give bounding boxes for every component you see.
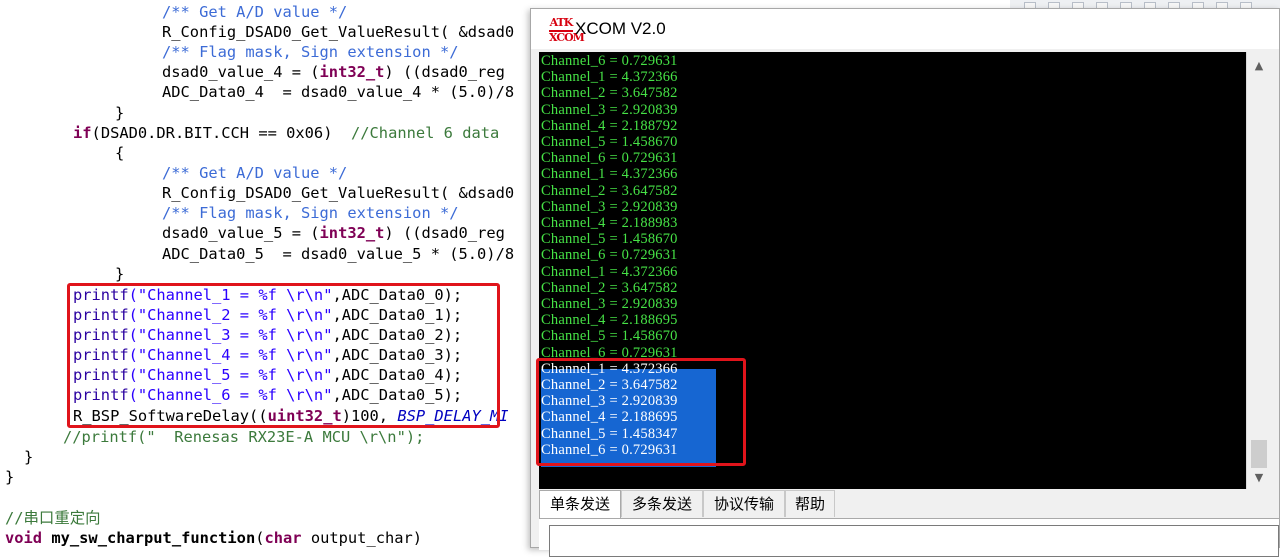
code-line: dsad0_value_4 = (int32_t) ((dsad0_reg xyxy=(162,62,505,82)
code-token: int32_t xyxy=(319,224,385,242)
code-token: char xyxy=(264,529,302,547)
terminal-line: Channel_3 = 2.920839 xyxy=(541,198,678,215)
code-token: ADC_Data0_4 = dsad0_value_4 * (5.0)/8 xyxy=(162,83,515,101)
code-token: } xyxy=(24,448,34,466)
logo-line2: XCOM xyxy=(549,30,585,44)
code-line: //printf(" Renesas RX23E-A MCU \r\n"); xyxy=(63,427,424,447)
window-title: XCOM V2.0 xyxy=(575,19,666,38)
tab-help[interactable]: 帮助 xyxy=(785,490,835,517)
tab-protocol[interactable]: 协议传输 xyxy=(703,490,785,517)
code-line: } xyxy=(24,447,33,467)
scroll-up-arrow-icon[interactable]: ▲ xyxy=(1253,60,1265,72)
code-token: /** Flag mask, Sign extension */ xyxy=(162,204,459,222)
code-line: R_Config_DSAD0_Get_ValueResult( &dsad0 xyxy=(162,183,514,203)
send-mode-tabs: 单条发送 多条发送 协议传输 帮助 xyxy=(539,490,1279,519)
code-line: /** Flag mask, Sign extension */ xyxy=(162,203,459,223)
terminal-line: Channel_2 = 3.647582 xyxy=(541,279,678,296)
code-token: ADC_Data0_5 = dsad0_value_5 * (5.0)/8 xyxy=(162,245,515,263)
code-token: ( xyxy=(255,529,265,547)
code-token: void xyxy=(5,529,43,547)
xcom-logo-icon: ATK XCOM xyxy=(549,16,585,44)
code-token: } xyxy=(115,265,125,283)
editor-highlight-box xyxy=(67,283,500,428)
code-token: ) ((dsad0_reg xyxy=(384,63,505,81)
code-token: (DSAD0.DR.BIT.CCH == 0x06) xyxy=(91,124,351,142)
code-line: dsad0_value_5 = (int32_t) ((dsad0_reg xyxy=(162,223,505,243)
terminal-line: Channel_5 = 1.458670 xyxy=(541,134,678,150)
code-line: if(DSAD0.DR.BIT.CCH == 0x06) //Channel 6… xyxy=(73,123,499,143)
code-token: if xyxy=(73,124,92,142)
code-token: //Channel 6 data xyxy=(351,124,500,142)
scroll-down-arrow-icon[interactable]: ▼ xyxy=(1253,472,1265,484)
code-line: /** Flag mask, Sign extension */ xyxy=(162,42,459,62)
code-line: /** Get A/D value */ xyxy=(162,2,347,22)
terminal-line: Channel_4 = 2.188983 xyxy=(541,215,678,231)
terminal-line: Channel_4 = 2.188695 xyxy=(541,409,678,426)
code-token: /** Get A/D value */ xyxy=(162,164,348,182)
code-line: R_Config_DSAD0_Get_ValueResult( &dsad0 xyxy=(162,22,514,42)
window-titlebar[interactable]: ATK XCOM XCOM V2.0 xyxy=(531,9,1279,49)
code-token: } xyxy=(115,104,125,122)
vertical-scrollbar[interactable]: ▲ ▼ xyxy=(1246,52,1272,489)
tab-multi-send[interactable]: 多条发送 xyxy=(621,490,703,517)
terminal-line: Channel_4 = 2.188695 xyxy=(541,312,678,329)
terminal-line: Channel_2 = 3.647582 xyxy=(541,85,678,102)
terminal-line: Channel_5 = 1.458670 xyxy=(541,231,678,248)
terminal-line: Channel_6 = 0.729631 xyxy=(541,247,678,264)
code-token: ) ((dsad0_reg xyxy=(384,224,505,242)
code-token: dsad0_value_4 = ( xyxy=(162,63,320,81)
code-token: dsad0_value_5 = ( xyxy=(162,224,320,242)
logo-line1: ATK xyxy=(549,16,574,29)
terminal-line: Channel_4 = 2.188792 xyxy=(541,117,678,134)
code-line: ADC_Data0_5 = dsad0_value_5 * (5.0)/8 xyxy=(162,244,514,264)
code-token: /** Get A/D value */ xyxy=(162,3,348,21)
scrollbar-thumb[interactable] xyxy=(1251,440,1267,468)
code-line: } xyxy=(115,264,124,284)
code-token: } xyxy=(5,468,15,486)
terminal-line: Channel_6 = 0.729631 xyxy=(541,441,678,458)
terminal-line: Channel_1 = 4.372366 xyxy=(541,263,678,280)
code-token: //printf(" Renesas RX23E-A MCU \r\n"); xyxy=(63,428,425,446)
code-line: //串口重定向 xyxy=(5,508,101,528)
code-line: { xyxy=(115,143,124,163)
code-line: } xyxy=(5,467,14,487)
terminal-line: Channel_3 = 2.920839 xyxy=(541,101,678,118)
terminal-line: Channel_3 = 2.920839 xyxy=(541,393,678,410)
terminal-line: Channel_1 = 4.372366 xyxy=(541,69,678,86)
tab-single-send[interactable]: 单条发送 xyxy=(539,490,621,519)
code-line: void my_sw_charput_function(char output_… xyxy=(5,528,422,548)
send-input[interactable] xyxy=(549,525,1279,557)
code-editor[interactable]: /** Get A/D value */ R_Config_DSAD0_Get_V… xyxy=(0,0,540,548)
code-line: } xyxy=(115,103,124,123)
code-token: //串口重定向 xyxy=(5,509,101,527)
serial-receive-area[interactable]: Channel_6 = 0.729631 Channel_1 = 4.372366… xyxy=(539,52,1246,489)
code-token: R_Config_DSAD0_Get_ValueResult( &dsad0 xyxy=(162,23,515,41)
code-token: int32_t xyxy=(319,63,385,81)
code-token: my_sw_charput_function xyxy=(51,529,256,547)
code-line: /** Get A/D value */ xyxy=(162,163,347,183)
xcom-window: ATK XCOM XCOM V2.0 Channel_6 = 0.729631 C… xyxy=(530,8,1280,557)
terminal-line: Channel_6 = 0.729631 xyxy=(541,53,678,69)
terminal-line: Channel_5 = 1.458670 xyxy=(541,328,678,345)
terminal-line: Channel_6 = 0.729631 xyxy=(541,150,678,167)
terminal-line: Channel_5 = 1.458347 xyxy=(541,425,678,442)
terminal-line: Channel_1 = 4.372366 xyxy=(541,360,678,377)
single-send-panel xyxy=(539,518,1279,557)
code-line: ADC_Data0_4 = dsad0_value_4 * (5.0)/8 xyxy=(162,82,514,102)
terminal-line: Channel_6 = 0.729631 xyxy=(541,344,678,361)
terminal-line: Channel_3 = 2.920839 xyxy=(541,296,678,312)
code-token: /** Flag mask, Sign extension */ xyxy=(162,43,459,61)
code-token: output_char) xyxy=(301,529,423,547)
code-token: { xyxy=(115,144,125,162)
terminal-line: Channel_1 = 4.372366 xyxy=(541,166,678,183)
terminal-line: Channel_2 = 3.647582 xyxy=(541,182,678,199)
terminal-line: Channel_2 = 3.647582 xyxy=(541,377,678,393)
code-token: R_Config_DSAD0_Get_ValueResult( &dsad0 xyxy=(162,184,515,202)
